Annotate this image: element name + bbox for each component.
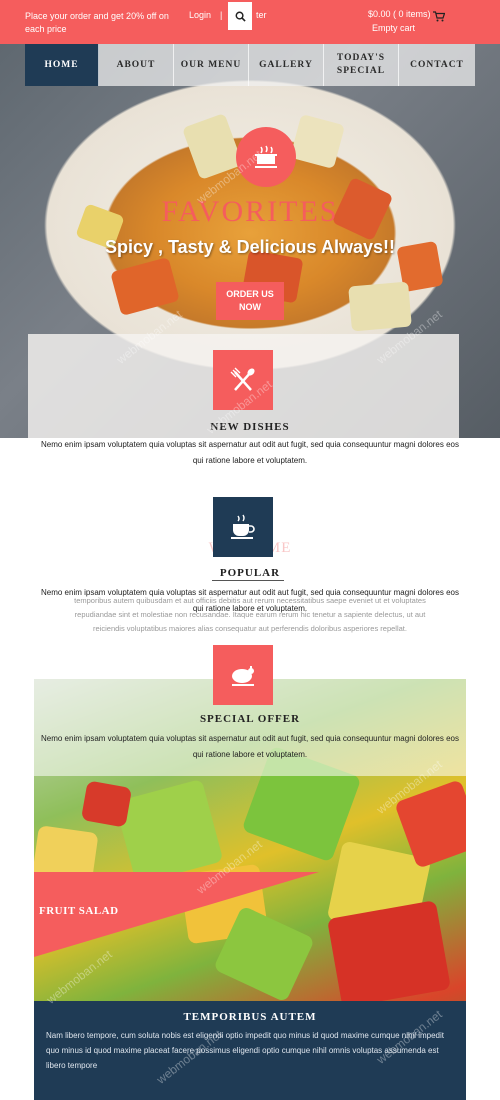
popular-icon-box (213, 497, 273, 557)
top-bar: Place your order and get 20% off on each… (0, 0, 500, 44)
login-link[interactable]: Login (189, 10, 211, 20)
search-icon (235, 11, 246, 22)
special-offer-icon-box (213, 645, 273, 705)
fork-knife-icon (230, 367, 255, 391)
cooking-pot-icon (255, 145, 277, 168)
hero-food-piece (289, 113, 346, 170)
new-dishes-text: Nemo enim ipsam voluptatem quia voluptas… (40, 440, 460, 465)
new-dishes-title: NEW DISHES (210, 421, 290, 433)
bottom-info-panel: TEMPORIBUS AUTEM Nam libero tempore, cum… (34, 1001, 466, 1100)
nav-todays-special[interactable]: TODAY'S SPECIAL (324, 44, 399, 86)
new-dishes-icon-box (213, 350, 273, 410)
nav-gallery[interactable]: GALLERY (249, 44, 324, 86)
promo-text: Place your order and get 20% off on each… (25, 11, 169, 34)
fruit-piece (80, 780, 133, 828)
hero-food-piece (181, 112, 244, 181)
cart-summary[interactable]: $0.00 ( 0 items) Empty cart (368, 9, 431, 33)
hero-food-piece (110, 257, 180, 316)
hero-food-piece (348, 281, 412, 332)
nav-contact[interactable]: CONTACT (399, 44, 475, 86)
cart-icon[interactable] (433, 11, 445, 22)
cart-empty-label: Empty cart (372, 23, 416, 33)
separator: | (220, 10, 223, 20)
special-offer-text: Nemo enim ipsam voluptatem quia voluptas… (40, 734, 460, 759)
cart-total: $0.00 ( 0 items) (368, 9, 431, 19)
chef-badge (236, 127, 296, 187)
order-now-button[interactable]: ORDER US NOW (216, 282, 284, 320)
popular-text: Nemo enim ipsam voluptatem quia voluptas… (40, 588, 460, 613)
coffee-cup-icon (231, 514, 255, 539)
nav-home[interactable]: HOME (25, 44, 99, 86)
bottom-panel-title: TEMPORIBUS AUTEM (183, 1011, 317, 1023)
fruit-salad-label: FRUIT SALAD (39, 905, 119, 917)
main-nav: HOME ABOUT OUR MENU GALLERY TODAY'S SPEC… (25, 44, 475, 86)
special-offer-title: SPECIAL OFFER (199, 713, 301, 725)
search-button[interactable] (228, 2, 252, 30)
hero-tagline: Spicy , Tasty & Delicious Always!! (104, 237, 396, 257)
popular-underline (212, 580, 284, 581)
hero-title: FAVORITES (161, 195, 339, 228)
fruit-piece (327, 900, 451, 1008)
register-link[interactable]: ter (256, 10, 267, 20)
popular-title: POPULAR (219, 567, 281, 579)
roast-chicken-icon (232, 666, 254, 686)
nav-our-menu[interactable]: OUR MENU (174, 44, 249, 86)
bottom-panel-text: Nam libero tempore, cum soluta nobis est… (46, 1031, 444, 1070)
nav-about[interactable]: ABOUT (99, 44, 174, 86)
